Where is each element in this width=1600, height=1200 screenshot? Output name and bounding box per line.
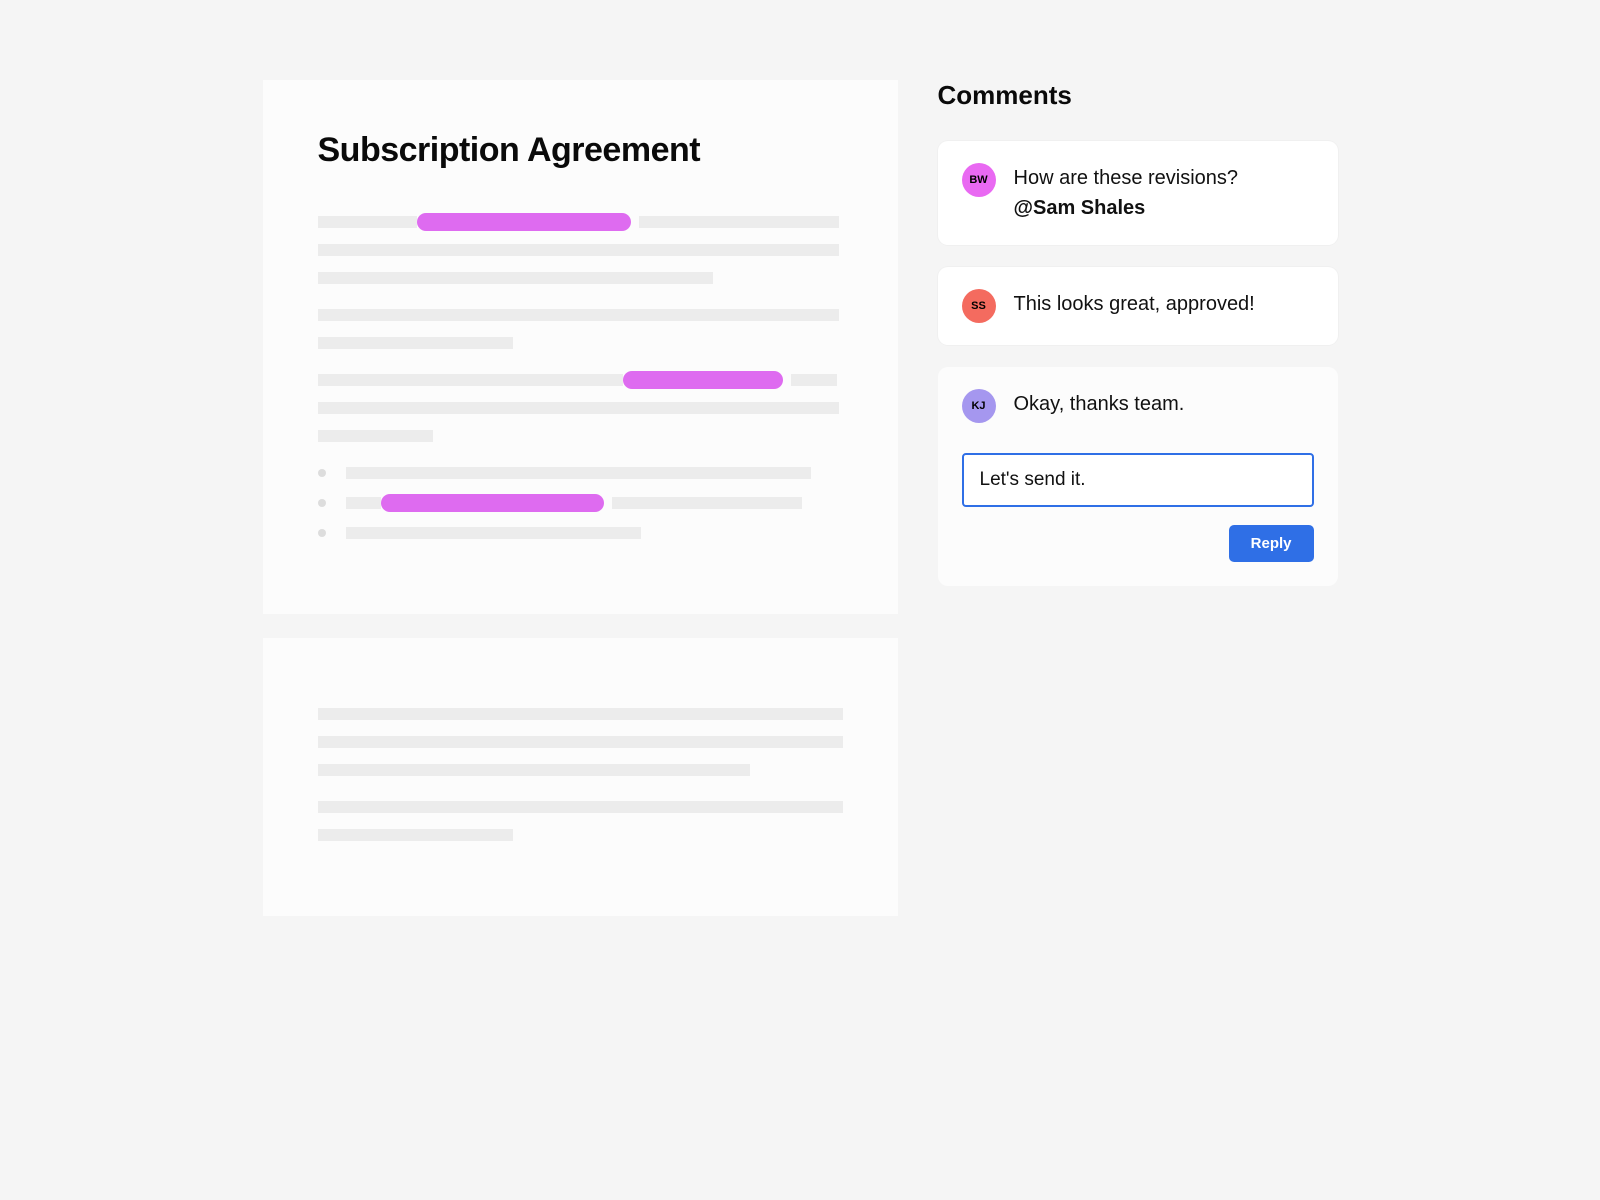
paragraph (318, 374, 843, 442)
mention[interactable]: @Sam Shales (1014, 197, 1146, 219)
comment-text: How are these revisions? @Sam Shales (1014, 163, 1239, 223)
bullet-icon (318, 469, 326, 477)
avatar: SS (962, 289, 996, 323)
list-item (318, 497, 843, 509)
highlight[interactable] (417, 213, 631, 231)
reply-button[interactable]: Reply (1229, 525, 1314, 562)
comment-text: Okay, thanks team. (1014, 389, 1185, 419)
comments-title: Comments (938, 80, 1338, 111)
comment-text: This looks great, approved! (1014, 289, 1255, 319)
document-page-1[interactable]: Subscription Agreement (263, 80, 898, 614)
highlight[interactable] (623, 371, 783, 389)
paragraph (318, 216, 843, 284)
document-column: Subscription Agreement (263, 80, 898, 916)
paragraph (318, 708, 843, 776)
highlight[interactable] (381, 494, 604, 512)
reply-input[interactable] (962, 453, 1314, 507)
bullet-icon (318, 529, 326, 537)
paragraph (318, 801, 843, 841)
reply-card: KJ Okay, thanks team. Reply (938, 367, 1338, 586)
comment-card[interactable]: SS This looks great, approved! (938, 267, 1338, 345)
list-item (318, 467, 843, 479)
avatar: BW (962, 163, 996, 197)
comments-column: Comments BW How are these revisions? @Sa… (938, 80, 1338, 916)
bullet-icon (318, 499, 326, 507)
avatar: KJ (962, 389, 996, 423)
comment-card[interactable]: BW How are these revisions? @Sam Shales (938, 141, 1338, 245)
document-page-2[interactable] (263, 638, 898, 916)
list-item (318, 527, 843, 539)
bulleted-list (318, 467, 843, 539)
paragraph (318, 309, 843, 349)
document-title: Subscription Agreement (318, 130, 843, 171)
